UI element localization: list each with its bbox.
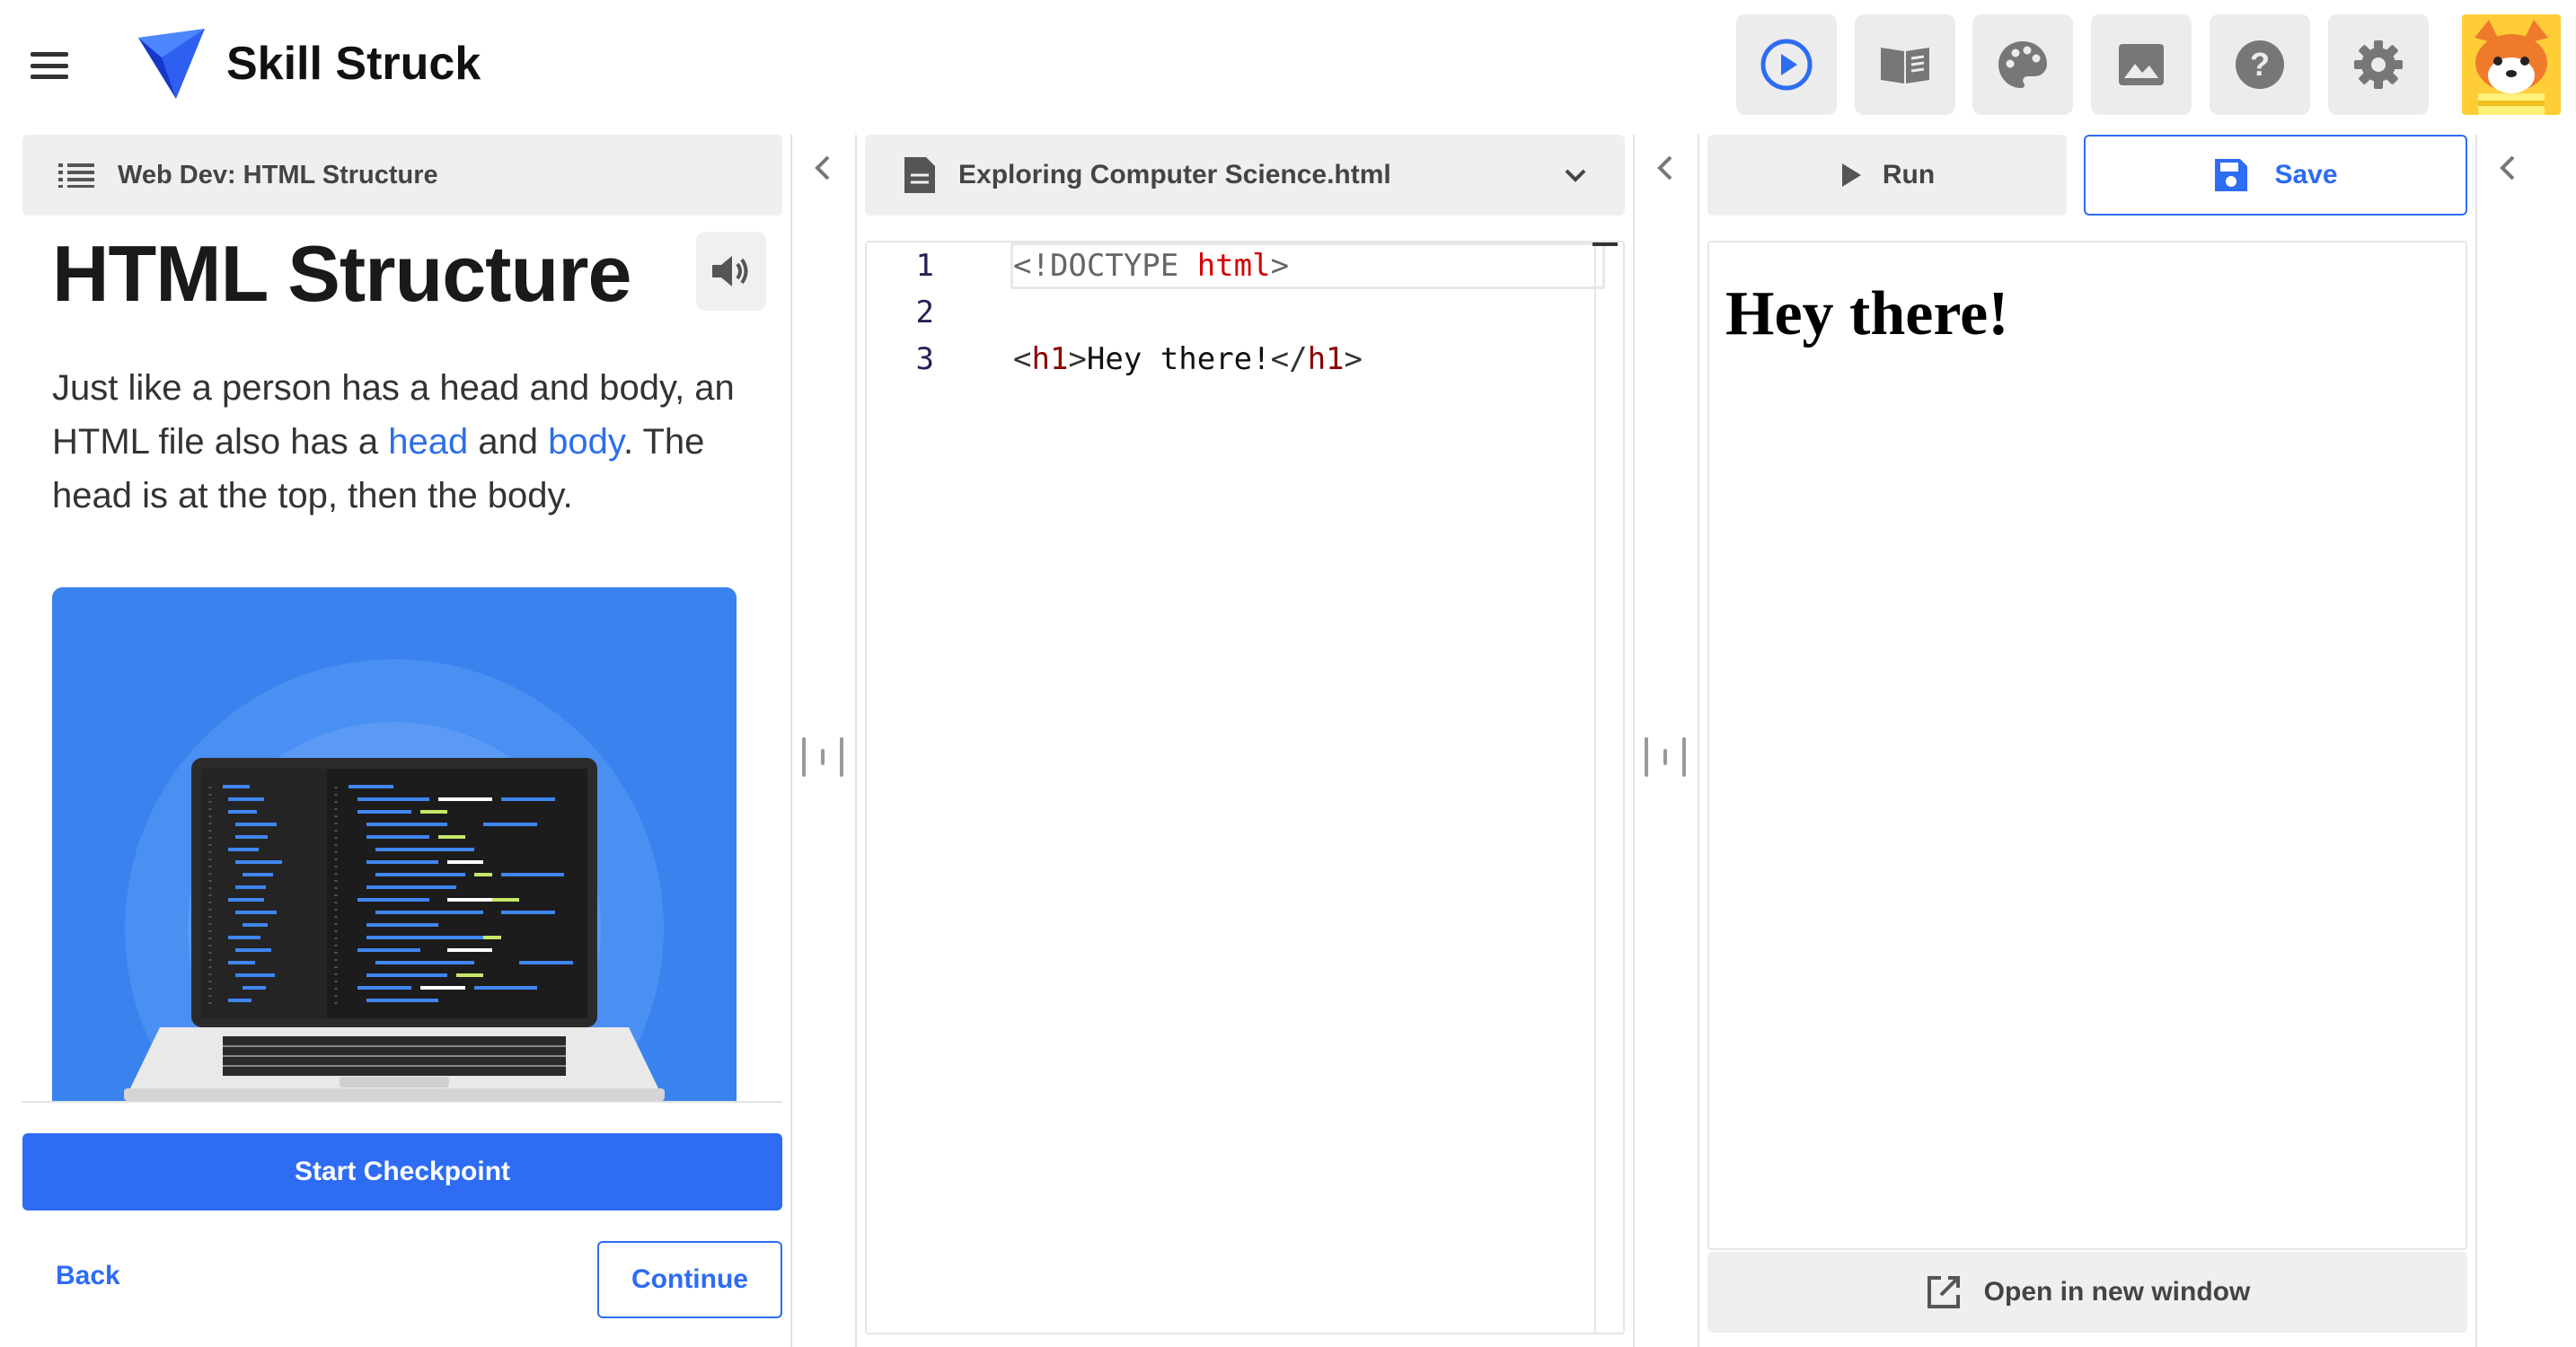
images-button[interactable] — [2091, 14, 2192, 115]
lesson-breadcrumb[interactable]: Web Dev: HTML Structure — [22, 135, 782, 216]
settings-button[interactable] — [2328, 14, 2429, 115]
resize-handle[interactable] — [1645, 736, 1686, 778]
code-line[interactable]: 3 <h1>Hey there!</h1> — [867, 336, 1603, 383]
resize-handle[interactable] — [802, 736, 843, 778]
save-label: Save — [2274, 160, 2338, 189]
breadcrumb-label: Web Dev: HTML Structure — [118, 160, 438, 189]
line-number: 2 — [915, 295, 934, 330]
brand-name: Skill Struck — [226, 38, 481, 90]
panel-divider — [1698, 135, 1699, 1347]
chevron-left-icon — [2500, 155, 2515, 180]
list-icon — [58, 163, 94, 188]
line-code: <!DOCTYPE html> — [1013, 248, 1290, 284]
back-button[interactable]: Back — [56, 1261, 120, 1291]
save-button[interactable]: Save — [2084, 135, 2467, 216]
gear-icon — [2354, 40, 2403, 89]
lesson-divider — [22, 1101, 782, 1103]
run-label: Run — [1882, 160, 1936, 189]
line-number: 3 — [915, 341, 934, 377]
panel-divider — [855, 135, 857, 1347]
continue-button[interactable]: Continue — [597, 1241, 782, 1318]
menu-icon[interactable] — [31, 52, 68, 79]
lesson-text-part: and — [468, 422, 549, 462]
image-icon — [2119, 44, 2164, 85]
help-icon: ? — [2236, 40, 2284, 89]
body-link[interactable]: body — [548, 422, 623, 462]
theme-button[interactable] — [1972, 14, 2073, 115]
head-link[interactable]: head — [388, 422, 468, 462]
fox-avatar-icon — [2462, 14, 2561, 115]
save-icon — [2215, 159, 2248, 191]
lesson-text: Just like a person has a head and body, … — [52, 361, 753, 523]
help-button[interactable]: ? — [2210, 14, 2310, 115]
preview-frame[interactable]: Hey there! — [1707, 241, 2467, 1250]
code-line[interactable]: 1 <!DOCTYPE html> — [867, 242, 1603, 289]
chevron-left-icon — [1657, 155, 1672, 180]
speaker-icon — [712, 256, 748, 286]
laptop-code-image — [52, 587, 737, 1101]
external-link-icon — [1927, 1276, 1960, 1308]
book-icon — [1881, 48, 1929, 84]
file-icon — [904, 157, 935, 193]
lesson-title: HTML Structure — [52, 229, 631, 318]
run-preview-button[interactable] — [1736, 14, 1837, 115]
read-aloud-button[interactable] — [696, 232, 766, 311]
panel-divider — [1633, 135, 1635, 1347]
collapse-preview-button[interactable] — [2490, 150, 2526, 186]
panel-divider — [790, 135, 792, 1347]
svg-text:?: ? — [2250, 46, 2270, 83]
open-new-window-button[interactable]: Open in new window — [1707, 1252, 2467, 1333]
play-circle-icon — [1760, 39, 1813, 91]
editor-scrollbar[interactable] — [1594, 242, 1596, 1333]
editor-scroll-thumb[interactable] — [1592, 242, 1618, 246]
chevron-left-icon — [815, 155, 830, 180]
laptop-illustration — [52, 587, 737, 1101]
lessons-button[interactable] — [1855, 14, 1955, 115]
skill-struck-logo — [138, 29, 205, 99]
line-code: <h1>Hey there!</h1> — [1013, 341, 1363, 377]
run-button[interactable]: Run — [1707, 135, 2067, 216]
open-new-window-label: Open in new window — [1983, 1277, 2251, 1307]
file-selector[interactable]: Exploring Computer Science.html — [865, 135, 1625, 216]
preview-heading: Hey there! — [1725, 279, 2009, 348]
play-icon — [1841, 163, 1861, 187]
file-name: Exploring Computer Science.html — [958, 160, 1391, 189]
collapse-editor-button[interactable] — [1647, 150, 1683, 186]
user-avatar[interactable] — [2462, 14, 2561, 115]
code-line[interactable]: 2 — [867, 289, 1603, 336]
start-checkpoint-button[interactable]: Start Checkpoint — [22, 1133, 782, 1211]
panel-divider — [2475, 135, 2477, 1347]
collapse-lesson-button[interactable] — [805, 150, 841, 186]
chevron-down-icon[interactable] — [1562, 162, 1589, 189]
palette-icon — [1998, 41, 2047, 88]
code-editor[interactable]: 1 <!DOCTYPE html> 2 3 <h1>Hey there!</h1… — [865, 241, 1625, 1334]
line-number: 1 — [915, 248, 934, 284]
